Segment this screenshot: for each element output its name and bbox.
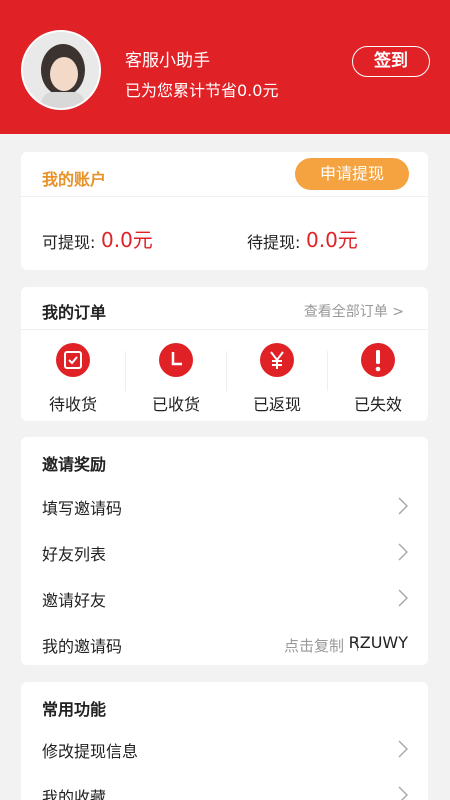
- invite-code-value: RZUWY: [348, 633, 408, 652]
- orders-title: 我的订单: [42, 303, 107, 322]
- account-card: 我的账户 申请提现 可提现: 0.0元 待提现: 0.0元: [21, 152, 428, 270]
- list-item-label: 我的收藏: [42, 788, 107, 800]
- available-label: 可提现:: [42, 233, 96, 252]
- list-item-enter-invite-code[interactable]: 填写邀请码: [21, 483, 428, 527]
- chevron-right-icon: [398, 543, 408, 561]
- chevron-right-icon: [398, 740, 408, 758]
- pending-value: 0.0元: [306, 228, 358, 252]
- list-item-friend-list[interactable]: 好友列表: [21, 529, 428, 573]
- order-status-pending-receipt[interactable]: 待收货: [23, 343, 123, 414]
- user-name: 客服小助手: [125, 51, 210, 71]
- withdraw-button[interactable]: 申请提现: [295, 158, 409, 190]
- list-item-label: 邀请好友: [42, 591, 107, 610]
- common-functions-title: 常用功能: [42, 700, 107, 719]
- pending-receipt-icon: [56, 343, 90, 377]
- order-status-label: 已收货: [151, 395, 200, 414]
- list-item-label: 填写邀请码: [42, 499, 123, 518]
- view-all-orders-link[interactable]: 查看全部订单 >: [304, 301, 404, 321]
- list-item-label: 我的邀请码: [42, 637, 123, 656]
- order-status-expired[interactable]: 已失效: [328, 343, 428, 414]
- available-value: 0.0元: [101, 228, 153, 252]
- order-status-label: 待收货: [48, 395, 97, 414]
- account-title: 我的账户: [42, 170, 107, 189]
- signin-button[interactable]: 签到: [352, 46, 430, 77]
- order-status-label: 已返现: [252, 395, 301, 414]
- chevron-right-icon: [398, 589, 408, 607]
- list-item-my-invite-code: 我的邀请码 点击复制 RZUWY: [21, 621, 428, 665]
- clock-icon: [159, 343, 193, 377]
- pending-label: 待提现:: [247, 233, 301, 252]
- yen-icon: [260, 343, 294, 377]
- chevron-right-icon: [398, 786, 408, 800]
- divider: [21, 329, 428, 330]
- order-status-cashback[interactable]: 已返现: [227, 343, 327, 414]
- list-item-favorites[interactable]: 我的收藏: [21, 772, 428, 800]
- divider: [21, 196, 428, 197]
- order-status-received[interactable]: 已收货: [126, 343, 226, 414]
- savings-summary: 已为您累计节省0.0元: [125, 81, 279, 100]
- order-status-label: 已失效: [353, 395, 402, 414]
- copy-code-button[interactable]: 点击复制: [284, 635, 344, 656]
- exclamation-icon: [361, 343, 395, 377]
- orders-card: 我的订单 查看全部订单 > 待收货 已收货 已返现 已失效: [21, 287, 428, 421]
- list-item-invite-friends[interactable]: 邀请好友: [21, 575, 428, 619]
- user-avatar[interactable]: [21, 30, 101, 110]
- list-item-label: 好友列表: [42, 545, 107, 564]
- profile-header: 客服小助手 已为您累计节省0.0元 签到: [0, 0, 450, 134]
- invite-card: 邀请奖励 填写邀请码 好友列表 邀请好友 我的邀请码 点击复制 RZUWY: [21, 437, 428, 665]
- list-item-label: 修改提现信息: [42, 742, 139, 761]
- common-functions-card: 常用功能 修改提现信息 我的收藏: [21, 682, 428, 800]
- invite-title: 邀请奖励: [42, 455, 107, 474]
- chevron-right-icon: [398, 497, 408, 515]
- list-item-edit-withdraw-info[interactable]: 修改提现信息: [21, 726, 428, 770]
